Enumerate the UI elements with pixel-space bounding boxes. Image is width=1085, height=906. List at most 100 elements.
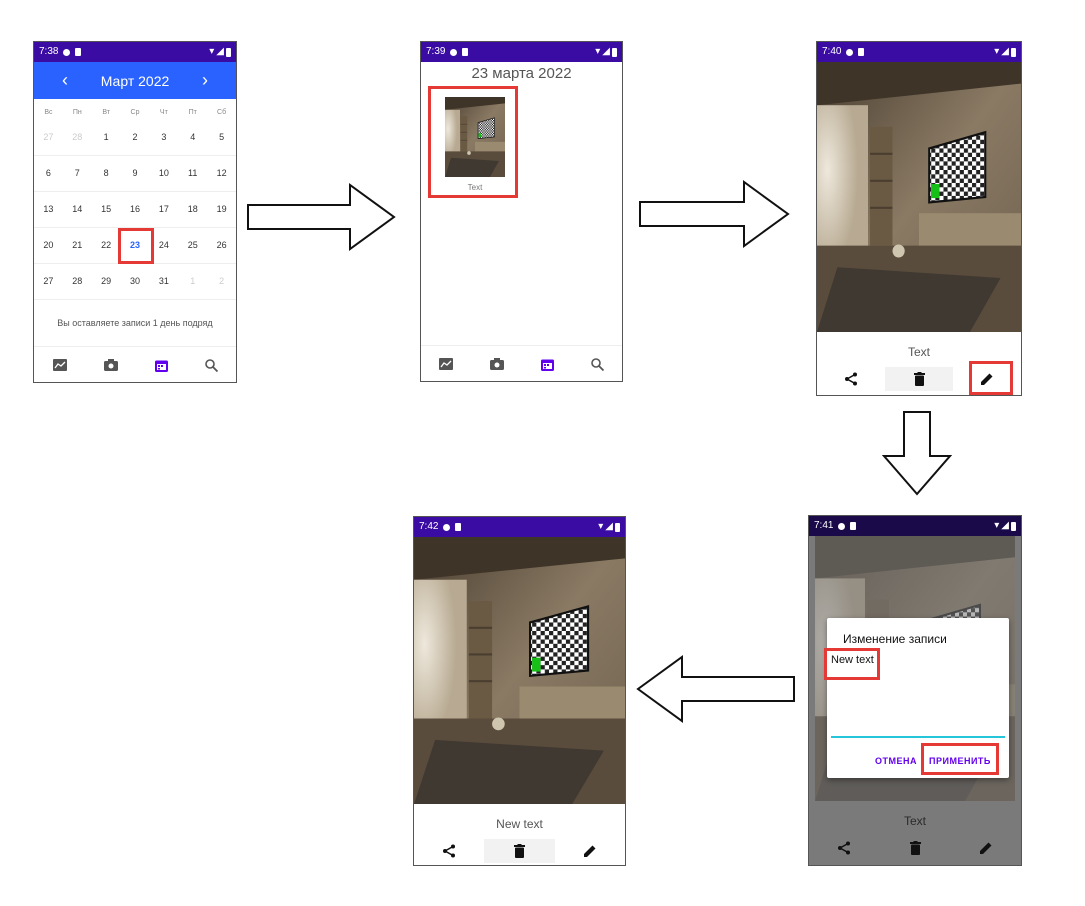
bottom-nav [421, 345, 622, 381]
weekday-label: Вс [44, 109, 53, 116]
calendar-day[interactable]: 19 [207, 204, 236, 214]
share-icon [838, 841, 851, 855]
calendar-day[interactable]: 12 [207, 168, 236, 178]
calendar-day[interactable]: 17 [149, 204, 178, 214]
camera-icon[interactable] [490, 358, 505, 370]
calendar-day[interactable]: 10 [149, 168, 178, 178]
calendar-day[interactable]: 18 [178, 204, 207, 214]
status-time: 7:40 [822, 46, 842, 57]
share-button[interactable] [809, 836, 880, 860]
chart-icon[interactable] [52, 359, 67, 371]
sd-card-icon [858, 48, 865, 56]
status-time: 7:42 [419, 521, 439, 532]
signal-icon: ◢ [1001, 46, 1009, 57]
month-title: Март 2022 [100, 72, 170, 89]
calendar-day[interactable]: 27 [34, 276, 63, 286]
sd-card-icon [462, 48, 469, 56]
share-button[interactable] [414, 839, 484, 863]
search-icon[interactable] [204, 358, 218, 372]
calendar-week: 6 7 8 9 10 11 12 [34, 155, 236, 192]
calendar-day[interactable]: 4 [178, 132, 207, 142]
battery-icon [612, 47, 617, 57]
highlight-box [824, 648, 880, 680]
pencil-icon [979, 842, 992, 854]
calendar-day[interactable]: 16 [121, 204, 150, 214]
next-month-button[interactable]: › [202, 70, 208, 91]
entry-photo [414, 537, 625, 804]
calendar-day[interactable]: 20 [34, 240, 63, 250]
battery-icon [1011, 521, 1016, 531]
entry-caption: Text [907, 345, 930, 359]
calendar-day[interactable]: 14 [63, 204, 92, 214]
sd-card-icon [455, 523, 462, 531]
phone-screen-entry: 7:40 ▾ ◢ Text [816, 41, 1022, 396]
weekday-row: Вс Пн Вт Ср Чт Пт Сб [34, 109, 236, 116]
calendar-day[interactable]: 31 [149, 276, 178, 286]
calendar-day[interactable]: 25 [178, 240, 207, 250]
calendar-day[interactable]: 7 [63, 168, 92, 178]
trash-icon [513, 844, 525, 858]
status-bar: 7:41 ▾ ◢ [809, 516, 1021, 536]
status-bar: 7:40 ▾ ◢ [817, 42, 1021, 62]
calendar-day[interactable]: 13 [34, 204, 63, 214]
share-button[interactable] [817, 367, 885, 391]
highlight-box [428, 86, 518, 198]
sd-card-icon [75, 48, 82, 56]
trash-icon [909, 841, 921, 855]
calendar-week: 13 14 15 16 17 18 19 [34, 191, 236, 228]
calendar-day[interactable]: 15 [92, 204, 121, 214]
highlight-box [118, 228, 154, 264]
delete-button[interactable] [885, 367, 953, 391]
calendar-day[interactable]: 21 [63, 240, 92, 250]
wifi-icon: ▾ [209, 46, 215, 57]
phone-screen-calendar: 7:38 ▾ ◢ ‹ Март 2022 › Вс Пн Вт Ср Чт Пт … [33, 41, 237, 383]
calendar-day[interactable]: 2 [207, 276, 236, 286]
action-bar [414, 839, 625, 863]
notification-icon [63, 48, 71, 56]
action-bar [809, 836, 1021, 860]
calendar-icon[interactable] [540, 358, 554, 371]
calendar-day[interactable]: 11 [178, 168, 207, 178]
calendar-day[interactable]: 5 [207, 132, 236, 142]
dialog-title: Изменение записи [843, 632, 947, 646]
edit-button[interactable] [950, 836, 1021, 860]
highlight-box [969, 361, 1013, 395]
calendar-day[interactable]: 2 [121, 132, 150, 142]
calendar-day[interactable]: 1 [178, 276, 207, 286]
edit-button[interactable] [555, 839, 625, 863]
weekday-label: Пн [72, 109, 82, 116]
calendar-day[interactable]: 9 [121, 168, 150, 178]
calendar-day[interactable]: 3 [149, 132, 178, 142]
calendar-day[interactable]: 27 [34, 132, 63, 142]
calendar-day[interactable]: 26 [207, 240, 236, 250]
calendar-day[interactable]: 28 [63, 132, 92, 142]
calendar-day[interactable]: 28 [63, 276, 92, 286]
notification-icon [838, 522, 846, 530]
calendar-day[interactable]: 22 [92, 240, 121, 250]
battery-icon [226, 47, 231, 57]
cancel-button[interactable]: ОТМЕНА [875, 756, 917, 766]
weekday-label: Сб [217, 109, 227, 116]
chart-icon[interactable] [439, 358, 454, 370]
calendar-day[interactable]: 30 [121, 276, 150, 286]
calendar-day[interactable]: 1 [92, 132, 121, 142]
pencil-icon [583, 845, 596, 857]
status-bar: 7:42 ▾ ◢ [414, 517, 625, 537]
search-icon[interactable] [590, 357, 604, 371]
calendar-day[interactable]: 8 [92, 168, 121, 178]
signal-icon: ◢ [605, 521, 613, 532]
prev-month-button[interactable]: ‹ [62, 70, 68, 91]
delete-button[interactable] [880, 836, 951, 860]
delete-button[interactable] [484, 839, 555, 863]
streak-text: Вы оставляете записи 1 день подряд [57, 318, 213, 328]
wifi-icon: ▾ [994, 46, 1000, 57]
status-time: 7:38 [39, 46, 59, 57]
battery-icon [615, 522, 620, 532]
calendar-day[interactable]: 29 [92, 276, 121, 286]
status-bar: 7:39 ▾ ◢ [421, 42, 622, 62]
signal-icon: ◢ [216, 46, 224, 57]
calendar-icon[interactable] [154, 359, 168, 372]
highlight-box [921, 743, 999, 775]
camera-icon[interactable] [103, 359, 118, 371]
calendar-day[interactable]: 6 [34, 168, 63, 178]
